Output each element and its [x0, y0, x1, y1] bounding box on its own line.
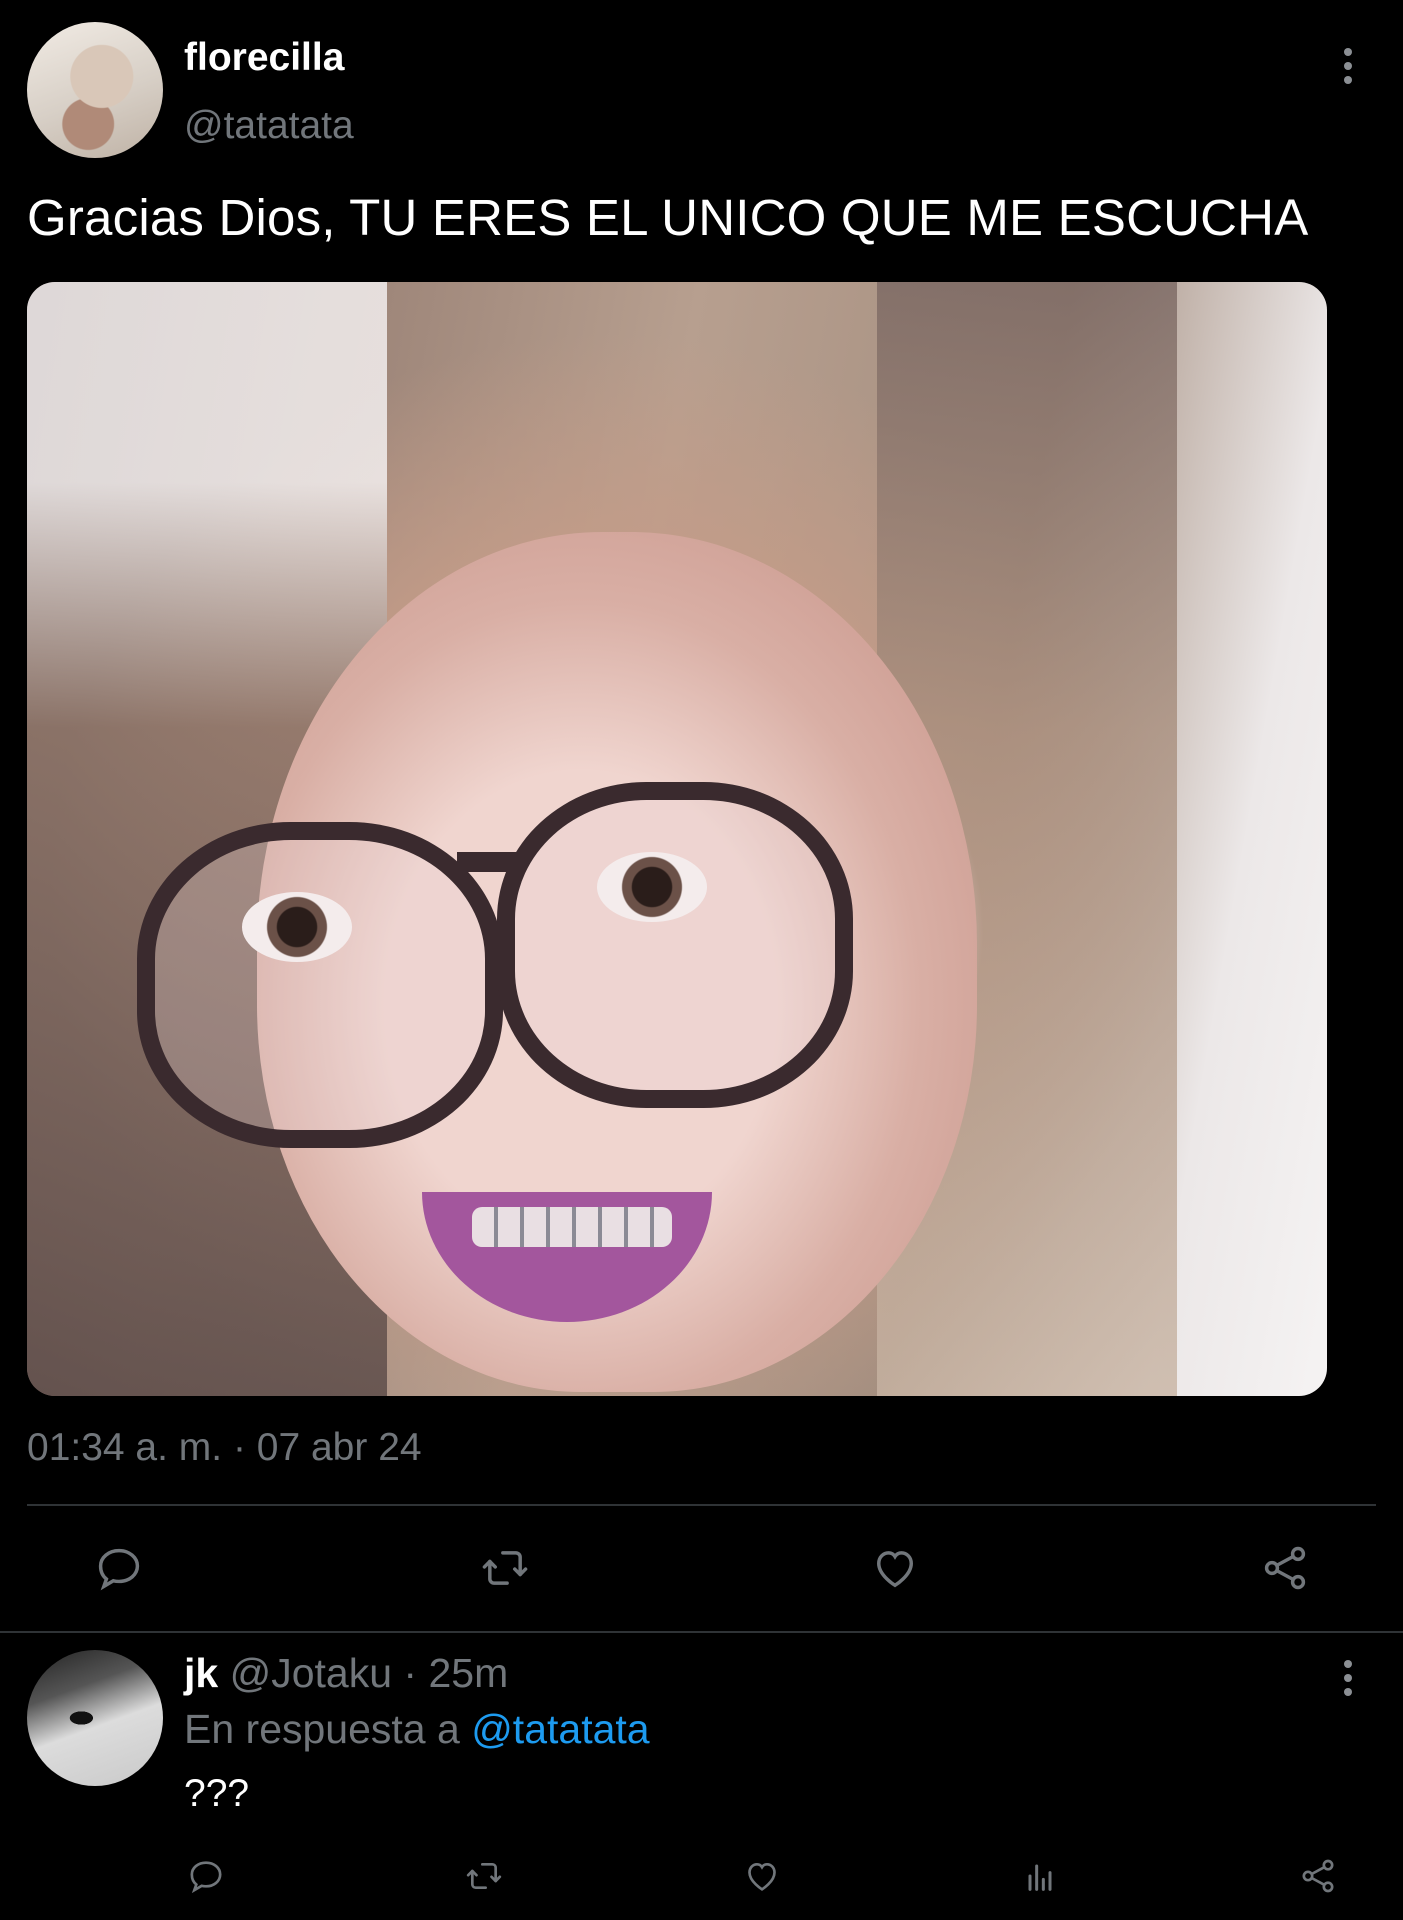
divider: [27, 1504, 1376, 1506]
reply-time[interactable]: 25m: [428, 1650, 508, 1696]
in-reply-label: En respuesta a: [184, 1706, 472, 1752]
more-options-icon[interactable]: [1342, 1660, 1354, 1702]
in-reply-to: En respuesta a @tatatata: [184, 1706, 650, 1753]
author-name[interactable]: florecilla: [184, 36, 344, 80]
divider: [0, 1631, 1403, 1633]
share-icon[interactable]: [1290, 1848, 1346, 1904]
reply-author-avatar[interactable]: [27, 1650, 163, 1786]
author-handle[interactable]: @tatatata: [184, 104, 354, 148]
reply-author-handle[interactable]: @Jotaku: [230, 1650, 392, 1696]
views-icon[interactable]: [1012, 1848, 1068, 1904]
like-icon[interactable]: [867, 1540, 923, 1596]
more-options-icon[interactable]: [1342, 48, 1354, 90]
image-region: [597, 852, 707, 922]
reply-header: jk @Jotaku · 25m: [184, 1650, 508, 1697]
separator: ·: [392, 1650, 429, 1696]
reply-icon[interactable]: [178, 1848, 234, 1904]
mention-link[interactable]: @tatatata: [471, 1706, 649, 1752]
reply-author-name[interactable]: jk: [184, 1650, 218, 1696]
like-icon[interactable]: [734, 1848, 790, 1904]
author-avatar[interactable]: [27, 22, 163, 158]
tweet-timestamp[interactable]: 01:34 a. m. · 07 abr 24: [27, 1426, 422, 1470]
tweet-media-image[interactable]: [27, 282, 1327, 1396]
reply-icon[interactable]: [91, 1540, 147, 1596]
reply-text: ???: [184, 1772, 250, 1815]
share-icon[interactable]: [1257, 1540, 1313, 1596]
image-region: [137, 822, 503, 1148]
image-region: [497, 782, 853, 1108]
retweet-icon[interactable]: [456, 1848, 512, 1904]
retweet-icon[interactable]: [477, 1540, 533, 1596]
tweet-text: Gracias Dios, TU ERES EL UNICO QUE ME ES…: [27, 189, 1309, 246]
image-region: [472, 1207, 672, 1247]
image-region: [242, 892, 352, 962]
image-region: [457, 852, 517, 872]
